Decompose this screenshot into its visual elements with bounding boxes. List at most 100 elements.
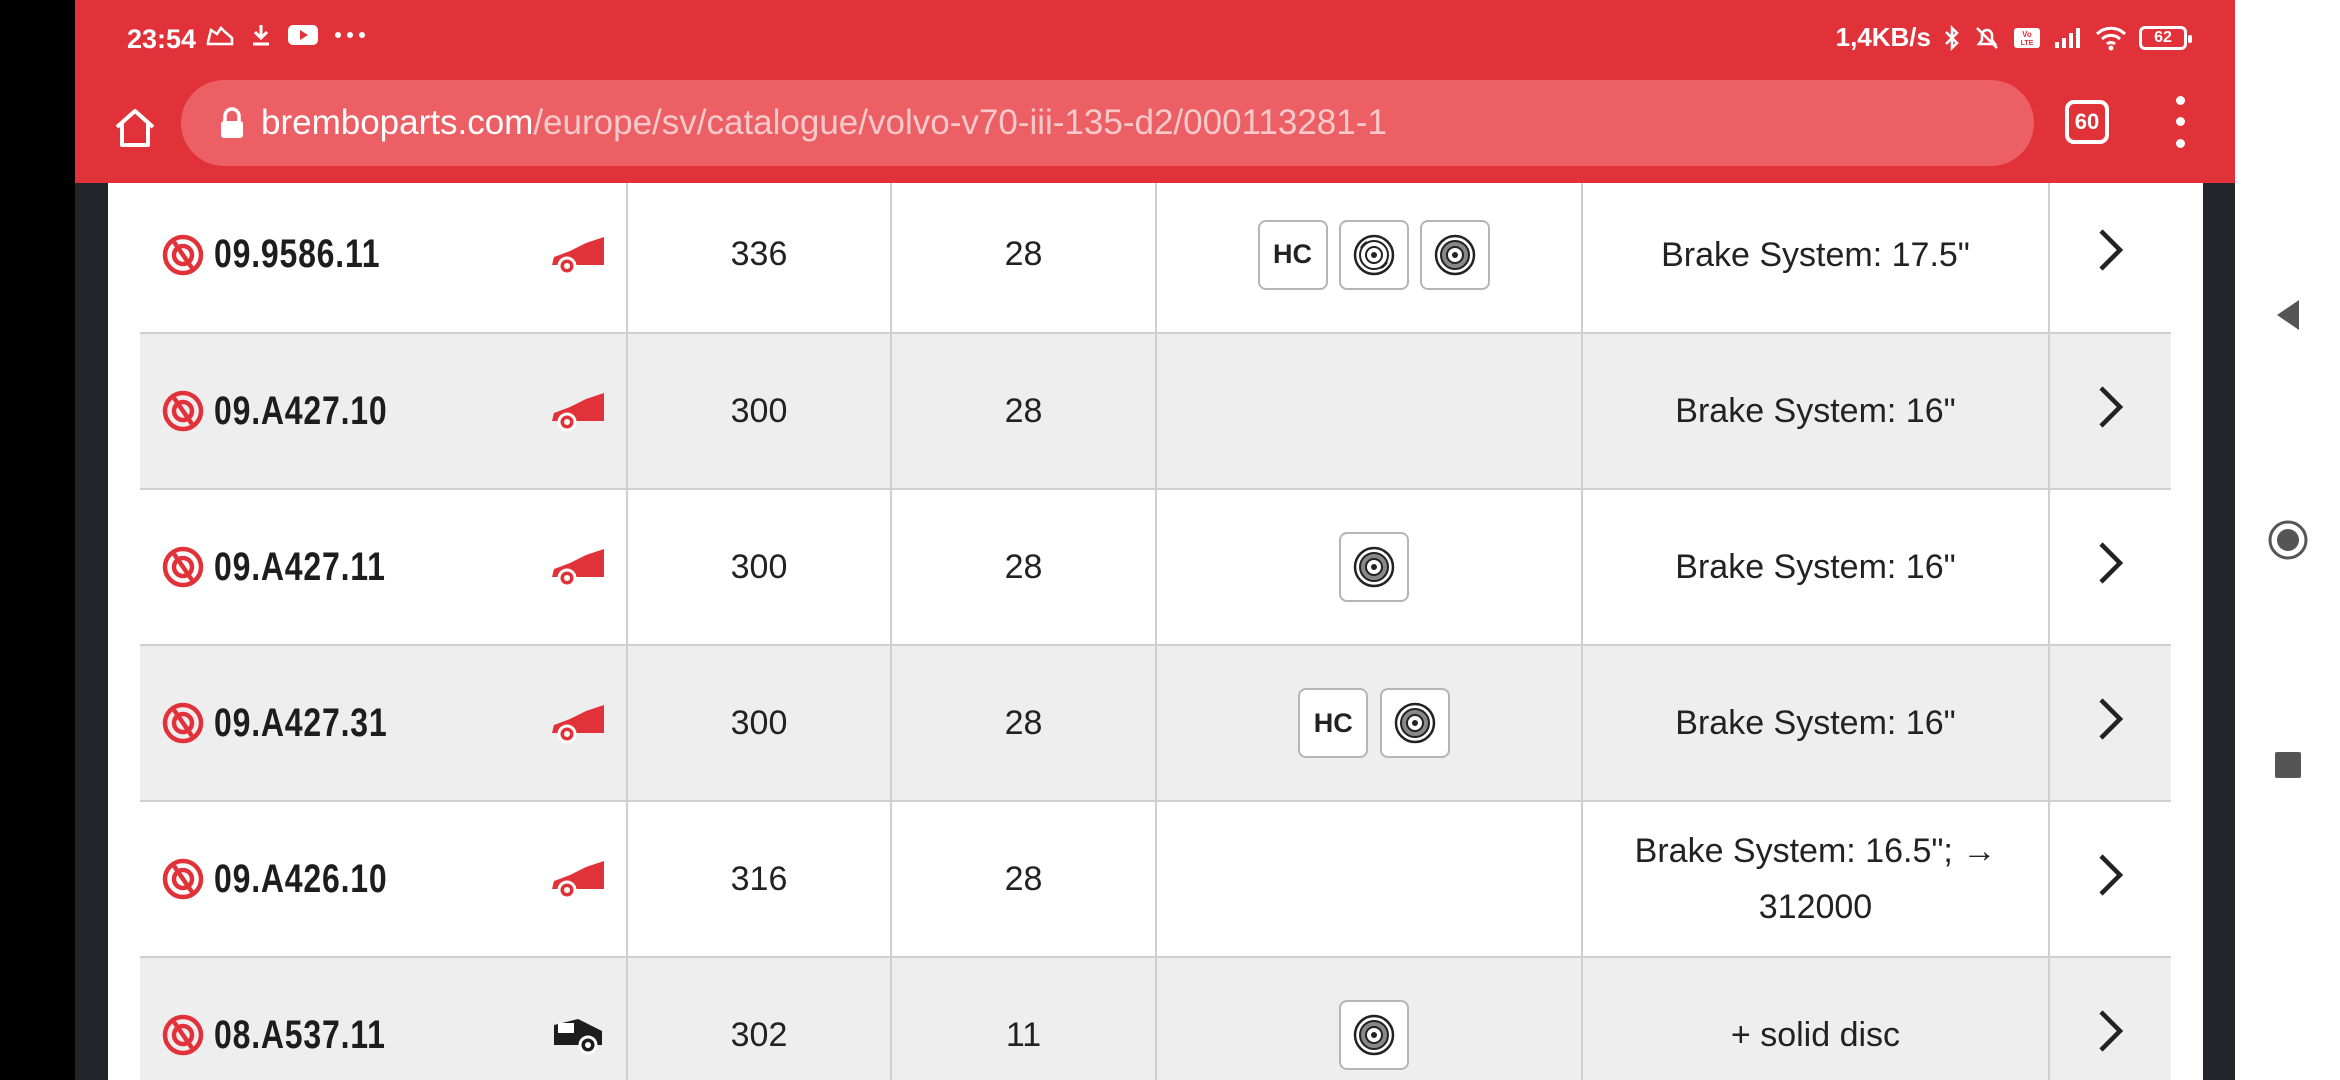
chevron-right-icon bbox=[2098, 853, 2123, 896]
diameter-cell: 300 bbox=[627, 333, 892, 490]
tab-switcher-button[interactable]: 60 bbox=[2065, 100, 2109, 144]
brembo-logo-icon bbox=[162, 858, 204, 900]
row-arrow-cell[interactable] bbox=[2049, 801, 2171, 958]
recents-button[interactable] bbox=[2235, 740, 2340, 790]
table-row[interactable]: 08.A537.11 302 11 + solid disc bbox=[140, 957, 2171, 1080]
drilled-disc-badge bbox=[1339, 219, 1409, 290]
notes-text-line2: 312000 bbox=[1758, 888, 1873, 926]
page-content: 09.9586.11 336 28 HC Brake System: 17.5"… bbox=[108, 183, 2203, 1080]
part-code-cell: 08.A537.11 bbox=[140, 957, 628, 1080]
part-code: 09.A426.10 bbox=[214, 856, 388, 901]
notes-text: Brake System: 17.5" bbox=[1661, 235, 1970, 274]
lock-icon bbox=[219, 107, 245, 139]
address-bar[interactable]: bremboparts.com/europe/sv/catalogue/volv… bbox=[181, 80, 2034, 166]
row-arrow-cell[interactable] bbox=[2049, 183, 2171, 334]
diameter-cell: 316 bbox=[627, 801, 892, 958]
notes-cell: Brake System: 16" bbox=[1582, 645, 2050, 802]
row-arrow-cell[interactable] bbox=[2049, 957, 2171, 1080]
disc-badge bbox=[1339, 1000, 1409, 1070]
part-code: 09.A427.10 bbox=[214, 388, 388, 433]
disc-icon bbox=[1394, 702, 1435, 744]
vehicle-position bbox=[550, 541, 606, 602]
table-row[interactable]: 09.A427.10 300 28 Brake System: 16" bbox=[140, 333, 2171, 490]
chevron-right-icon bbox=[2098, 1009, 2123, 1052]
disc-icon bbox=[1435, 234, 1476, 275]
svg-text:Vo: Vo bbox=[2022, 30, 2032, 39]
back-button[interactable] bbox=[2235, 290, 2340, 340]
part-code-cell: 09.A427.10 bbox=[140, 333, 628, 490]
circle-icon bbox=[2268, 520, 2307, 560]
tech-badges-cell bbox=[1156, 333, 1583, 490]
svg-text:LTE: LTE bbox=[2021, 40, 2034, 47]
home-nav-button[interactable] bbox=[2235, 515, 2340, 565]
thickness-cell: 28 bbox=[891, 801, 1157, 958]
back-icon bbox=[2276, 300, 2299, 330]
part-code: 09.9586.11 bbox=[214, 232, 381, 276]
wifi-icon bbox=[2095, 26, 2127, 50]
brembo-logo-icon bbox=[162, 390, 204, 432]
sneaker-icon bbox=[206, 26, 234, 46]
vehicle-position bbox=[550, 229, 606, 290]
row-arrow-cell[interactable] bbox=[2049, 489, 2171, 646]
brembo-logo-icon bbox=[162, 234, 204, 275]
volte-icon: VoLTE bbox=[2014, 27, 2040, 48]
table-row[interactable]: 09.A426.10 316 28 Brake System: 16.5"; →… bbox=[140, 801, 2171, 958]
status-right: 1,4KB/s Vo LTE 62 bbox=[1835, 22, 2192, 53]
vehicle-position bbox=[550, 1009, 606, 1070]
status-bar: 23:54 1,4KB/s Vo LTE 62 bbox=[75, 0, 2235, 80]
thickness-cell: 28 bbox=[891, 645, 1157, 802]
notes-text: Brake System: 16.5"; → bbox=[1634, 832, 1997, 870]
tech-badges-cell bbox=[1156, 801, 1583, 958]
parts-table: 09.9586.11 336 28 HC Brake System: 17.5"… bbox=[140, 183, 2171, 1080]
brembo-logo-icon bbox=[162, 546, 204, 588]
network-speed: 1,4KB/s bbox=[1835, 22, 1931, 52]
bluetooth-icon bbox=[1945, 24, 1959, 51]
download-icon bbox=[253, 25, 269, 46]
browser-menu-button[interactable] bbox=[2165, 90, 2195, 154]
more-dots-icon bbox=[335, 32, 365, 38]
car-front-icon bbox=[552, 861, 604, 900]
disc-badge bbox=[1339, 532, 1409, 602]
home-icon bbox=[115, 109, 155, 147]
part-code-cell: 09.9586.11 bbox=[140, 183, 628, 334]
tech-badges-cell: HC bbox=[1156, 645, 1583, 802]
brembo-logo-icon bbox=[162, 1014, 204, 1056]
hc-badge: HC bbox=[1257, 219, 1328, 290]
system-nav-bar bbox=[2235, 0, 2340, 1080]
table-row[interactable]: 09.A427.31 300 28 HC Brake System: 16" bbox=[140, 645, 2171, 802]
part-code-cell: 09.A426.10 bbox=[140, 801, 628, 958]
car-front-icon bbox=[552, 236, 604, 275]
row-arrow-cell[interactable] bbox=[2049, 333, 2171, 490]
thickness-cell: 28 bbox=[891, 489, 1157, 646]
brembo-logo-icon bbox=[162, 702, 204, 744]
table-row[interactable]: 09.9586.11 336 28 HC Brake System: 17.5" bbox=[140, 183, 2171, 334]
disc-badge bbox=[1379, 688, 1450, 758]
table-row[interactable]: 09.A427.11 300 28 Brake System: 16" bbox=[140, 489, 2171, 646]
notes-cell: Brake System: 16" bbox=[1582, 333, 2050, 490]
battery-icon: 62 bbox=[2139, 25, 2192, 50]
notes-cell: Brake System: 16.5"; → 312000 bbox=[1582, 801, 2050, 958]
mute-icon bbox=[1976, 26, 1998, 49]
thickness-cell: 28 bbox=[891, 333, 1157, 490]
home-button[interactable] bbox=[105, 98, 165, 158]
status-left-icons bbox=[205, 22, 367, 48]
chevron-right-icon bbox=[2098, 229, 2123, 271]
browser-toolbar: bremboparts.com/europe/sv/catalogue/volv… bbox=[75, 80, 2235, 183]
notes-cell: Brake System: 16" bbox=[1582, 489, 2050, 646]
youtube-icon bbox=[288, 25, 318, 45]
browser-window: 23:54 1,4KB/s Vo LTE 62 bremboparts.com … bbox=[75, 0, 2235, 1080]
notes-cell: + solid disc bbox=[1582, 957, 2050, 1080]
row-arrow-cell[interactable] bbox=[2049, 645, 2171, 802]
diameter-cell: 300 bbox=[627, 645, 892, 802]
tech-badges-cell bbox=[1156, 489, 1583, 646]
thickness-cell: 28 bbox=[891, 183, 1157, 334]
chevron-right-icon bbox=[2098, 385, 2123, 428]
url-domain: bremboparts.com bbox=[261, 103, 534, 142]
notes-text: + solid disc bbox=[1730, 1016, 1901, 1054]
tech-badges-cell bbox=[1156, 957, 1583, 1080]
diameter-cell: 302 bbox=[627, 957, 892, 1080]
diameter-cell: 336 bbox=[627, 183, 892, 334]
part-code: 09.A427.11 bbox=[214, 544, 386, 589]
vehicle-position bbox=[550, 697, 606, 758]
drilled-disc-icon bbox=[1353, 234, 1395, 275]
